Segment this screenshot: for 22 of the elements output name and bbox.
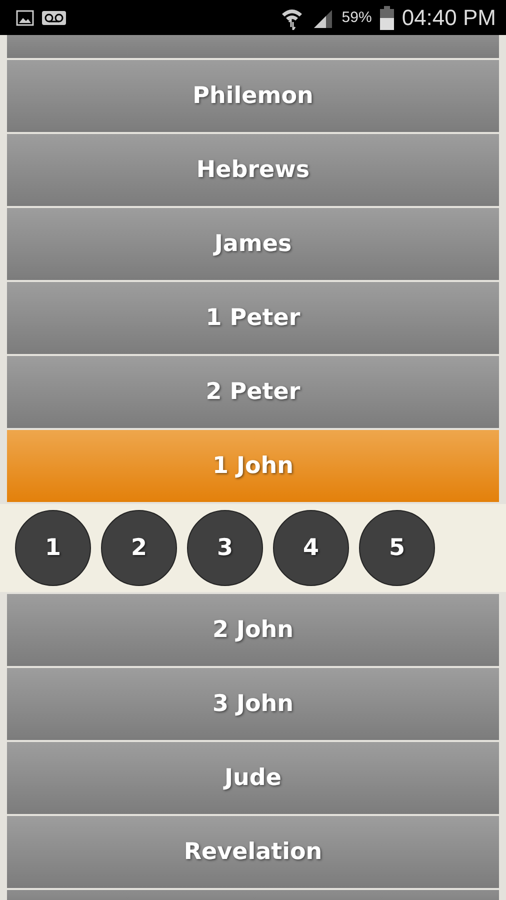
image-icon bbox=[16, 10, 34, 26]
book-item[interactable]: James bbox=[7, 208, 499, 280]
book-item[interactable]: 1 Peter bbox=[7, 282, 499, 354]
book-item[interactable]: 2 John bbox=[7, 594, 499, 666]
book-item[interactable]: Hebrews bbox=[7, 134, 499, 206]
voicemail-icon bbox=[42, 10, 66, 24]
battery-percent: 59% bbox=[342, 9, 372, 26]
book-item[interactable]: 1 John bbox=[7, 430, 499, 502]
book-item[interactable]: Philemon bbox=[7, 60, 499, 132]
chapter-button[interactable]: 5 bbox=[359, 510, 435, 586]
clock-time: 04:40 PM bbox=[402, 4, 496, 30]
chapter-button[interactable]: 4 bbox=[273, 510, 349, 586]
chapter-button[interactable]: 3 bbox=[187, 510, 263, 586]
signal-icon bbox=[312, 8, 334, 28]
chapter-button[interactable]: 2 bbox=[101, 510, 177, 586]
book-item[interactable]: 2 Peter bbox=[7, 356, 499, 428]
battery-icon bbox=[380, 6, 394, 30]
book-item[interactable]: Jude bbox=[7, 742, 499, 814]
chapter-button[interactable]: 1 bbox=[15, 510, 91, 586]
book-item[interactable]: 3 John bbox=[7, 668, 499, 740]
list-item[interactable] bbox=[7, 35, 499, 58]
book-item[interactable]: Revelation bbox=[7, 816, 499, 888]
